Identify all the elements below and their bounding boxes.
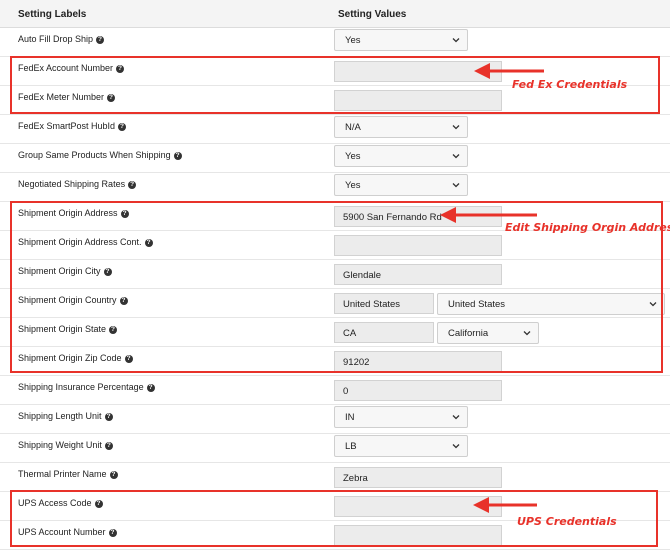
setting-label: Thermal Printer Name? bbox=[18, 469, 118, 479]
settings-row: Thermal Printer Name? Zebra bbox=[0, 462, 670, 492]
settings-table-header: Setting Labels Setting Values bbox=[0, 0, 670, 28]
setting-label-text: Shipping Insurance Percentage bbox=[18, 382, 144, 392]
setting-select[interactable]: Yes bbox=[334, 145, 468, 167]
select-value: IN bbox=[345, 412, 355, 423]
input-value: 0 bbox=[343, 386, 349, 397]
chevron-down-icon bbox=[452, 125, 460, 130]
setting-input[interactable]: 0 bbox=[334, 380, 502, 401]
select-value: LB bbox=[345, 441, 357, 452]
input-value: Zebra bbox=[343, 473, 368, 484]
red-arrow-left-icon bbox=[473, 497, 537, 513]
question-circle-icon[interactable]: ? bbox=[146, 384, 155, 392]
setting-select[interactable]: LB bbox=[334, 435, 468, 457]
setting-select[interactable]: Yes bbox=[334, 174, 468, 196]
question-circle-icon[interactable]: ? bbox=[104, 442, 113, 450]
select-value: Yes bbox=[345, 180, 361, 191]
red-arrow-left-icon bbox=[440, 207, 537, 223]
chevron-down-icon bbox=[452, 444, 460, 449]
setting-label-text: Shipping Weight Unit bbox=[18, 440, 102, 450]
setting-select[interactable]: N/A bbox=[334, 116, 468, 138]
fedex-credentials-annotation: Fed Ex Credentials bbox=[512, 78, 628, 91]
setting-label: Shipping Insurance Percentage? bbox=[18, 382, 155, 392]
setting-values-header: Setting Values bbox=[338, 9, 407, 20]
setting-label: FedEx SmartPost HubId? bbox=[18, 121, 127, 131]
question-circle-icon[interactable]: ? bbox=[104, 413, 113, 421]
question-circle-icon[interactable]: ? bbox=[173, 152, 182, 160]
chevron-down-icon bbox=[452, 38, 460, 43]
question-circle-icon[interactable]: ? bbox=[128, 181, 137, 189]
setting-input[interactable]: Zebra bbox=[334, 467, 502, 488]
red-arrow-left-icon bbox=[474, 63, 544, 79]
setting-label: Auto Fill Drop Ship? bbox=[18, 34, 105, 44]
select-value: Yes bbox=[345, 151, 361, 162]
settings-row: Shipping Length Unit? IN bbox=[0, 404, 670, 434]
settings-row: Negotiated Shipping Rates? Yes bbox=[0, 172, 670, 202]
setting-label-text: FedEx SmartPost HubId bbox=[18, 121, 116, 131]
setting-label: Shipping Weight Unit? bbox=[18, 440, 113, 450]
settings-row: Shipping Weight Unit? LB bbox=[0, 433, 670, 463]
question-circle-icon[interactable]: ? bbox=[118, 123, 127, 131]
settings-row: Shipping Insurance Percentage? 0 bbox=[0, 375, 670, 405]
setting-label-text: Thermal Printer Name bbox=[18, 469, 107, 479]
setting-select[interactable]: IN bbox=[334, 406, 468, 428]
setting-label: Group Same Products When Shipping? bbox=[18, 150, 182, 160]
setting-select[interactable]: Yes bbox=[334, 29, 468, 51]
select-value: N/A bbox=[345, 122, 361, 133]
settings-row: Auto Fill Drop Ship? Yes bbox=[0, 27, 670, 57]
chevron-down-icon bbox=[452, 154, 460, 159]
setting-label: Negotiated Shipping Rates? bbox=[18, 179, 137, 189]
settings-row: FedEx SmartPost HubId? N/A bbox=[0, 114, 670, 144]
setting-label-text: Group Same Products When Shipping bbox=[18, 150, 171, 160]
setting-labels-header: Setting Labels bbox=[18, 9, 87, 20]
ups-credentials-annotation: UPS Credentials bbox=[517, 515, 617, 528]
chevron-down-icon bbox=[452, 183, 460, 188]
chevron-down-icon bbox=[452, 415, 460, 420]
question-circle-icon[interactable]: ? bbox=[109, 471, 118, 479]
setting-label: Shipping Length Unit? bbox=[18, 411, 113, 421]
settings-row: Group Same Products When Shipping? Yes bbox=[0, 143, 670, 173]
select-value: Yes bbox=[345, 35, 361, 46]
question-circle-icon[interactable]: ? bbox=[96, 36, 105, 44]
setting-label-text: Auto Fill Drop Ship bbox=[18, 34, 94, 44]
setting-label-text: Shipping Length Unit bbox=[18, 411, 102, 421]
setting-label-text: Negotiated Shipping Rates bbox=[18, 179, 126, 189]
